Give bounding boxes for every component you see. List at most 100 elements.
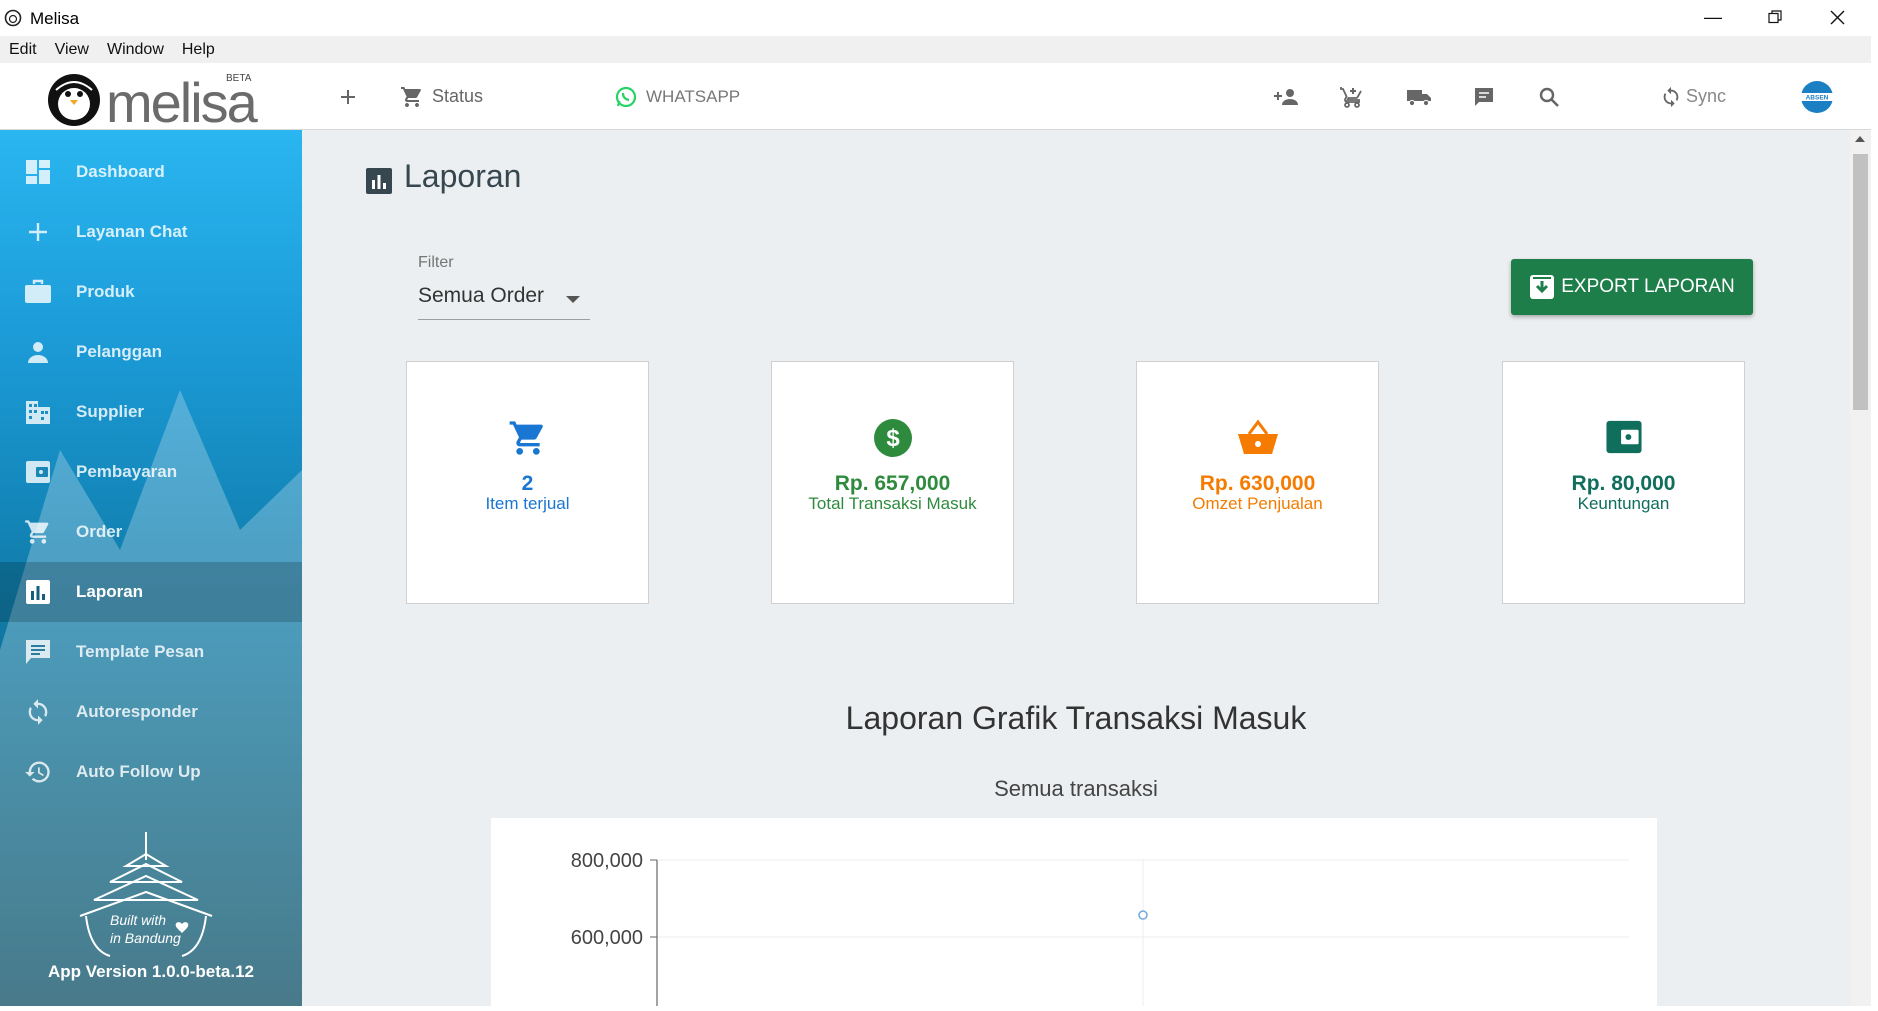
- sync-label: Sync: [1686, 86, 1727, 106]
- wallet-icon: [24, 458, 52, 486]
- sidebar-item-label: Autoresponder: [76, 702, 198, 721]
- sidebar-item-template-pesan[interactable]: Template Pesan: [0, 622, 302, 682]
- sync-button[interactable]: Sync: [1660, 63, 1726, 130]
- stat-value: Rp. 80,000: [1571, 472, 1676, 495]
- sidebar-item-dashboard[interactable]: Dashboard: [0, 142, 302, 202]
- close-icon: [1830, 10, 1844, 24]
- add-customer-button[interactable]: [1274, 63, 1300, 130]
- beta-badge: BETA: [226, 73, 252, 84]
- report-icon: [24, 578, 52, 606]
- menu-help[interactable]: Help: [173, 41, 224, 59]
- message-icon: [24, 638, 52, 666]
- close-button[interactable]: [1806, 0, 1868, 34]
- chart-title: Laporan Grafik Transaksi Masuk: [845, 700, 1307, 736]
- messages-button[interactable]: [1472, 63, 1496, 130]
- person-icon: [24, 338, 52, 366]
- sidebar-item-pembayaran[interactable]: Pembayaran: [0, 442, 302, 502]
- export-report-button[interactable]: EXPORT LAPORAN: [1511, 259, 1753, 315]
- building-icon: [24, 398, 52, 426]
- sidebar-item-supplier[interactable]: Supplier: [0, 382, 302, 442]
- whatsapp-icon: [615, 86, 637, 107]
- add-order-button[interactable]: [1340, 63, 1364, 130]
- sidebar-item-label: Pelanggan: [76, 342, 162, 361]
- app-icon: [4, 9, 22, 27]
- stat-caption: Total Transaksi Masuk: [808, 494, 977, 513]
- sidebar-item-produk[interactable]: Produk: [0, 262, 302, 322]
- person-add-icon: [1274, 88, 1298, 105]
- shipping-button[interactable]: [1406, 63, 1432, 130]
- truck-icon: [1407, 89, 1431, 106]
- sidebar-item-label: Auto Follow Up: [76, 762, 201, 781]
- chart-point[interactable]: [1138, 910, 1148, 920]
- message-icon: [1475, 87, 1493, 106]
- history-icon: [24, 758, 52, 786]
- built-with-text: Built with: [110, 912, 167, 928]
- menu-edit[interactable]: Edit: [0, 41, 46, 59]
- status-label: Status: [432, 86, 484, 106]
- svg-text:ABSEN: ABSEN: [1806, 94, 1829, 101]
- sidebar-item-label: Pembayaran: [76, 462, 178, 481]
- chevron-down-icon: [566, 296, 580, 303]
- app-header: melisa BETA Status WHATSAPP Sync ABSEN: [0, 63, 1871, 134]
- restore-button[interactable]: [1744, 0, 1806, 34]
- stat-card-sales-turnover: Rp. 630,000 Omzet Penjualan: [1136, 361, 1379, 604]
- vertical-scrollbar[interactable]: [1850, 130, 1871, 1006]
- filter-select[interactable]: Filter Semua Order: [418, 254, 590, 320]
- absen-button[interactable]: ABSEN: [1796, 63, 1838, 130]
- sidebar-item-label: Dashboard: [76, 162, 165, 181]
- stat-value: Rp. 630,000: [1199, 472, 1316, 495]
- svg-text:$: $: [886, 425, 900, 452]
- status-button[interactable]: Status: [400, 63, 483, 130]
- menu-bar: Edit View Window Help: [0, 36, 1878, 63]
- sync-icon: [1663, 86, 1679, 107]
- add-button[interactable]: [338, 63, 358, 130]
- sidebar-item-label: Layanan Chat: [76, 222, 188, 241]
- in-bandung-text: in Bandung: [110, 930, 181, 946]
- stat-card-items-sold: 2 Item terjual: [406, 361, 649, 604]
- cart-icon: [509, 421, 543, 455]
- cart-icon: [24, 518, 52, 546]
- sidebar-item-order[interactable]: Order: [0, 502, 302, 562]
- minimize-button[interactable]: —: [1682, 0, 1744, 34]
- chart-subtitle: Semua transaksi: [994, 776, 1158, 801]
- chart-container: 800,000 600,000: [491, 818, 1657, 1006]
- scroll-up-icon[interactable]: [1855, 136, 1865, 142]
- sidebar-item-label: Supplier: [76, 402, 145, 421]
- sidebar: Dashboard Layanan Chat Produk Pelanggan …: [0, 130, 302, 1006]
- sidebar-item-laporan[interactable]: Laporan: [0, 562, 302, 622]
- sidebar-item-layanan-chat[interactable]: Layanan Chat: [0, 202, 302, 262]
- stat-value: 2: [521, 472, 534, 495]
- scrollbar-thumb[interactable]: [1853, 154, 1868, 410]
- menu-window[interactable]: Window: [98, 41, 173, 59]
- absen-badge-icon: ABSEN: [1798, 80, 1836, 113]
- stat-card-total-transactions: $ Rp. 657,000 Total Transaksi Masuk: [771, 361, 1014, 604]
- cart-plus-icon: [1340, 86, 1362, 108]
- search-button[interactable]: [1538, 63, 1560, 130]
- whatsapp-label: WHATSAPP: [646, 86, 741, 106]
- restore-icon: [1768, 10, 1782, 24]
- menu-view[interactable]: View: [46, 41, 98, 59]
- sidebar-item-autoresponder[interactable]: Autoresponder: [0, 682, 302, 742]
- whatsapp-button[interactable]: WHATSAPP: [614, 63, 740, 130]
- penguin-logo-icon: [48, 74, 100, 126]
- stat-caption: Keuntungan: [1577, 494, 1670, 513]
- sidebar-item-label: Laporan: [76, 582, 144, 601]
- sidebar-item-pelanggan[interactable]: Pelanggan: [0, 322, 302, 382]
- logo[interactable]: melisa BETA: [46, 68, 258, 134]
- minimize-icon: —: [1704, 6, 1722, 27]
- stat-caption: Omzet Penjualan: [1192, 494, 1323, 513]
- built-in-bandung-badge: Built with in Bandung: [70, 820, 230, 960]
- sidebar-item-label: Template Pesan: [76, 642, 205, 661]
- filter-value: Semua Order: [418, 284, 545, 307]
- stat-caption: Item terjual: [485, 494, 570, 513]
- filter-label: Filter: [418, 254, 454, 271]
- transactions-chart: 800,000 600,000: [571, 850, 1629, 1006]
- sidebar-item-label: Produk: [76, 282, 135, 301]
- sidebar-item-auto-follow-up[interactable]: Auto Follow Up: [0, 742, 302, 802]
- basket-icon: [1237, 419, 1278, 454]
- dollar-icon: $: [873, 419, 912, 457]
- plus-icon: [24, 218, 52, 246]
- window-edge: [1871, 36, 1878, 1006]
- archive-icon: [1530, 275, 1555, 299]
- y-tick-label: 800,000: [571, 850, 643, 872]
